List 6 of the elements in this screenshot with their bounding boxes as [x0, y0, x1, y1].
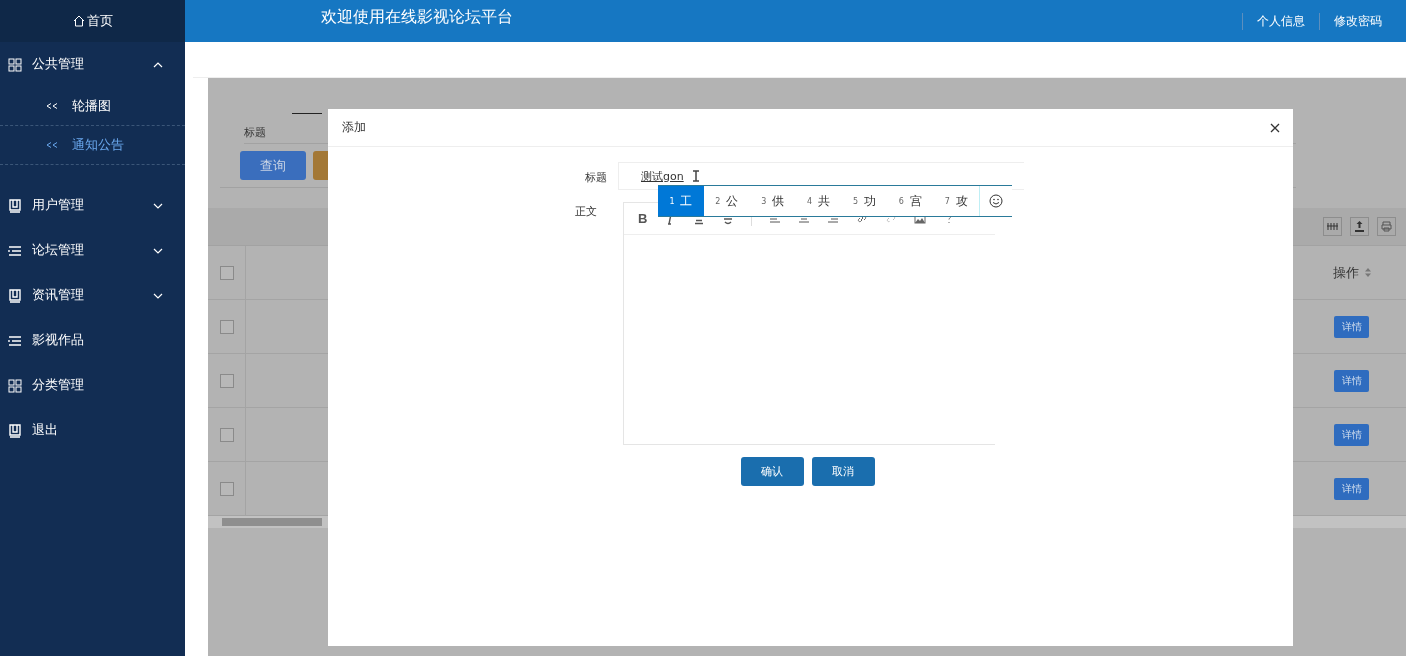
- field-label: 标题: [244, 124, 266, 140]
- column-header: 操作: [1332, 263, 1359, 282]
- field-label: 标题: [584, 170, 607, 185]
- dialog-title: 添加: [342, 119, 366, 136]
- page-title: 欢迎使用在线影视论坛平台: [321, 6, 514, 28]
- field-label: 正文: [574, 204, 597, 219]
